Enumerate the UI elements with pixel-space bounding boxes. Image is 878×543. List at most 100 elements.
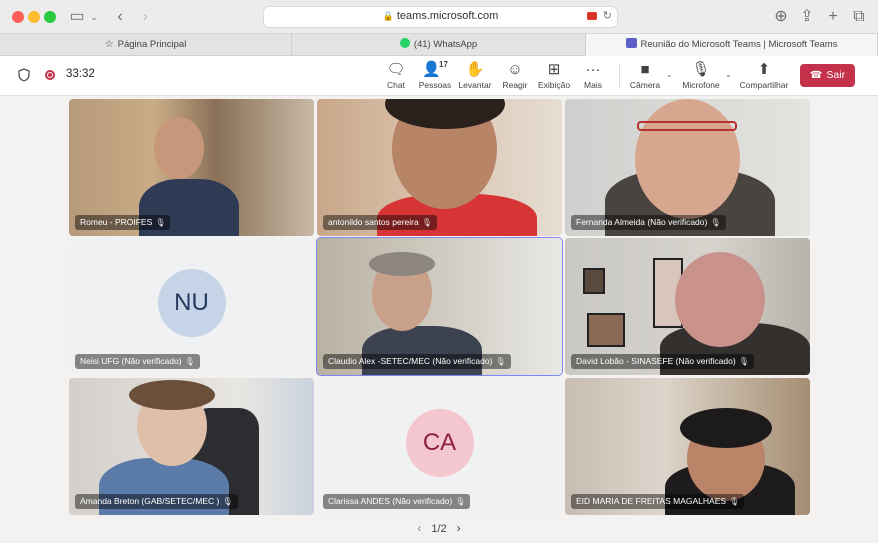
whatsapp-icon — [399, 38, 410, 48]
sidebar-toggle-icon[interactable]: ▭ — [68, 7, 86, 27]
more-label: Mais — [584, 80, 602, 90]
mic-muted-icon: 🎙 — [691, 61, 711, 78]
minimize-window-button[interactable] — [28, 11, 40, 23]
view-label: Exibição — [538, 80, 571, 90]
participant-tile-active-speaker[interactable]: Claudio Alex -SETEC/MEC (Não verificado)… — [316, 237, 563, 376]
address-bar[interactable]: 🔒 teams.microsoft.com ↻ — [263, 6, 618, 28]
camera-label: Câmera — [629, 80, 661, 90]
tab-bar: ☆ Página Principal (41) WhatsApp Reunião … — [0, 34, 878, 56]
more-dots-icon: ··· — [585, 61, 601, 78]
participant-name: Amanda Breton (GAB/SETEC/MEC ) — [80, 496, 220, 506]
share-label: Compartilhar — [739, 80, 789, 90]
smiley-icon: ☺ — [507, 61, 523, 78]
back-icon[interactable]: ‹ — [112, 7, 128, 27]
camera-button[interactable]: ■ Câmera — [629, 60, 661, 94]
lock-icon: 🔒 — [382, 11, 394, 21]
camera-options-chevron-icon[interactable]: ⌄ — [666, 70, 673, 79]
new-tab-icon[interactable]: + — [824, 7, 842, 27]
view-button[interactable]: ⊞ Exibição — [538, 60, 570, 94]
participant-tile[interactable]: Romeu - PROIFES 🎙 — [69, 99, 314, 236]
mic-muted-icon: 🎙 — [421, 218, 432, 227]
participant-nameplate: Fernanda Almeida (Não verificado) 🎙 — [571, 215, 726, 230]
reload-icon[interactable]: ↻ — [603, 9, 612, 22]
previous-page-icon[interactable]: ‹ — [417, 516, 421, 540]
leave-label: Sair — [826, 69, 846, 81]
participant-tile[interactable]: Fernanda Almeida (Não verificado) 🎙 — [565, 99, 810, 236]
participant-name: Fernanda Almeida (Não verificado) — [576, 217, 708, 227]
people-button[interactable]: 👤 17 Pessoas — [418, 60, 452, 94]
meeting-stage: Romeu - PROIFES 🎙 antonildo santos pereir… — [0, 96, 878, 543]
mic-icon: 🎙 — [495, 357, 506, 366]
share-screen-icon: ⬆ — [757, 61, 771, 78]
mic-muted-icon: 🎙 — [710, 218, 721, 227]
react-button[interactable]: ☺ Reagir — [501, 60, 529, 94]
tab-whatsapp[interactable]: (41) WhatsApp — [292, 34, 586, 56]
video-feed-person — [637, 121, 737, 131]
mic-muted-icon: 🎙 — [738, 357, 749, 366]
chevron-down-icon[interactable]: ⌄ — [89, 7, 99, 27]
download-icon[interactable]: ⊕ — [772, 7, 790, 27]
microphone-button[interactable]: 🎙 Microfone — [680, 60, 722, 94]
wall-frame — [583, 268, 605, 294]
tab-overview-icon[interactable]: ⧉ — [850, 7, 868, 27]
next-page-icon[interactable]: › — [457, 516, 461, 540]
chat-icon: 🗨 — [386, 61, 406, 78]
teams-icon — [625, 38, 637, 48]
participant-nameplate: David Lobão - SINASEFE (Não verificado) 🎙 — [571, 354, 754, 369]
participant-tile[interactable]: EID MARIA DE FREITAS MAGALHAES 🎙 — [565, 378, 810, 515]
tab-teams-meeting[interactable]: Reunião do Microsoft Teams | Microsoft T… — [586, 34, 878, 56]
participant-nameplate: Claudio Alex -SETEC/MEC (Não verificado)… — [323, 354, 511, 369]
react-label: Reagir — [502, 80, 528, 90]
forward-icon[interactable]: › — [137, 7, 153, 27]
leave-button[interactable]: ☎ Sair — [800, 64, 855, 87]
participant-tile[interactable]: CA Clarissa ANDES (Não verificado) 🎙 — [317, 378, 562, 515]
participant-nameplate: antonildo santos pereira 🎙 — [323, 215, 437, 230]
video-feed-person — [635, 99, 740, 219]
share-page-icon[interactable]: ⇪ — [798, 7, 816, 27]
browser-titlebar: ▭ ⌄ ‹ › 🔒 teams.microsoft.com ↻ ⊕ ⇪ + ⧉ — [0, 0, 878, 34]
participant-name: antonildo santos pereira — [328, 217, 419, 227]
grid-view-icon: ⊞ — [547, 61, 561, 78]
video-feed-person — [129, 380, 215, 410]
participant-tile[interactable]: David Lobão - SINASEFE (Não verificado) 🎙 — [565, 238, 810, 375]
tab-pagina-principal[interactable]: ☆ Página Principal — [0, 34, 292, 56]
participant-avatar: NU — [157, 268, 226, 337]
participant-name: Romeu - PROIFES — [80, 217, 153, 227]
participant-avatar: CA — [405, 408, 474, 477]
video-feed-person — [680, 408, 772, 448]
mic-muted-icon: 🎙 — [455, 497, 466, 506]
raise-hand-button[interactable]: ✋ Levantar — [458, 60, 492, 94]
participant-nameplate: Amanda Breton (GAB/SETEC/MEC ) 🎙 — [75, 494, 238, 509]
participant-tile[interactable]: antonildo santos pereira 🎙 — [317, 99, 562, 236]
close-window-button[interactable] — [12, 11, 24, 23]
participant-name: Neisi UFG (Não verificado) — [80, 356, 182, 366]
video-feed-person — [369, 252, 435, 276]
page-indicator: 1/2 — [431, 523, 447, 535]
microphone-label: Microfone — [682, 80, 720, 90]
participant-name: Claudio Alex -SETEC/MEC (Não verificado) — [328, 356, 493, 366]
participant-name: Clarissa ANDES (Não verificado) — [328, 496, 453, 506]
zoom-window-button[interactable] — [44, 11, 56, 23]
tab-label: Página Principal — [117, 39, 187, 50]
url-text: teams.microsoft.com — [396, 10, 499, 22]
raise-hand-icon: ✋ — [465, 61, 485, 78]
chat-button[interactable]: 🗨 Chat — [383, 60, 409, 94]
people-count-badge: 17 — [439, 60, 448, 69]
meeting-timer: 33:32 — [66, 68, 95, 80]
mic-muted-icon: 🎙 — [184, 357, 195, 366]
video-feed-person — [154, 117, 204, 179]
more-button[interactable]: ··· Mais — [580, 60, 606, 94]
share-button[interactable]: ⬆ Compartilhar — [739, 60, 789, 94]
participant-tile[interactable]: Amanda Breton (GAB/SETEC/MEC ) 🎙 — [69, 378, 314, 515]
participant-nameplate: Romeu - PROIFES 🎙 — [75, 215, 171, 230]
mic-options-chevron-icon[interactable]: ⌄ — [725, 70, 732, 79]
mic-muted-icon: 🎙 — [222, 497, 233, 506]
participant-nameplate: Clarissa ANDES (Não verificado) 🎙 — [323, 494, 471, 509]
mic-muted-icon: 🎙 — [155, 218, 166, 227]
recording-icon — [45, 70, 55, 80]
shield-icon — [18, 68, 30, 82]
participant-nameplate: Neisi UFG (Não verificado) 🎙 — [75, 354, 200, 369]
meeting-toolbar: 33:32 🗨 Chat 👤 17 Pessoas ✋ Levantar ☺ R… — [0, 56, 878, 96]
participant-tile[interactable]: NU Neisi UFG (Não verificado) 🎙 — [69, 238, 314, 375]
mic-muted-icon: 🎙 — [729, 497, 740, 506]
